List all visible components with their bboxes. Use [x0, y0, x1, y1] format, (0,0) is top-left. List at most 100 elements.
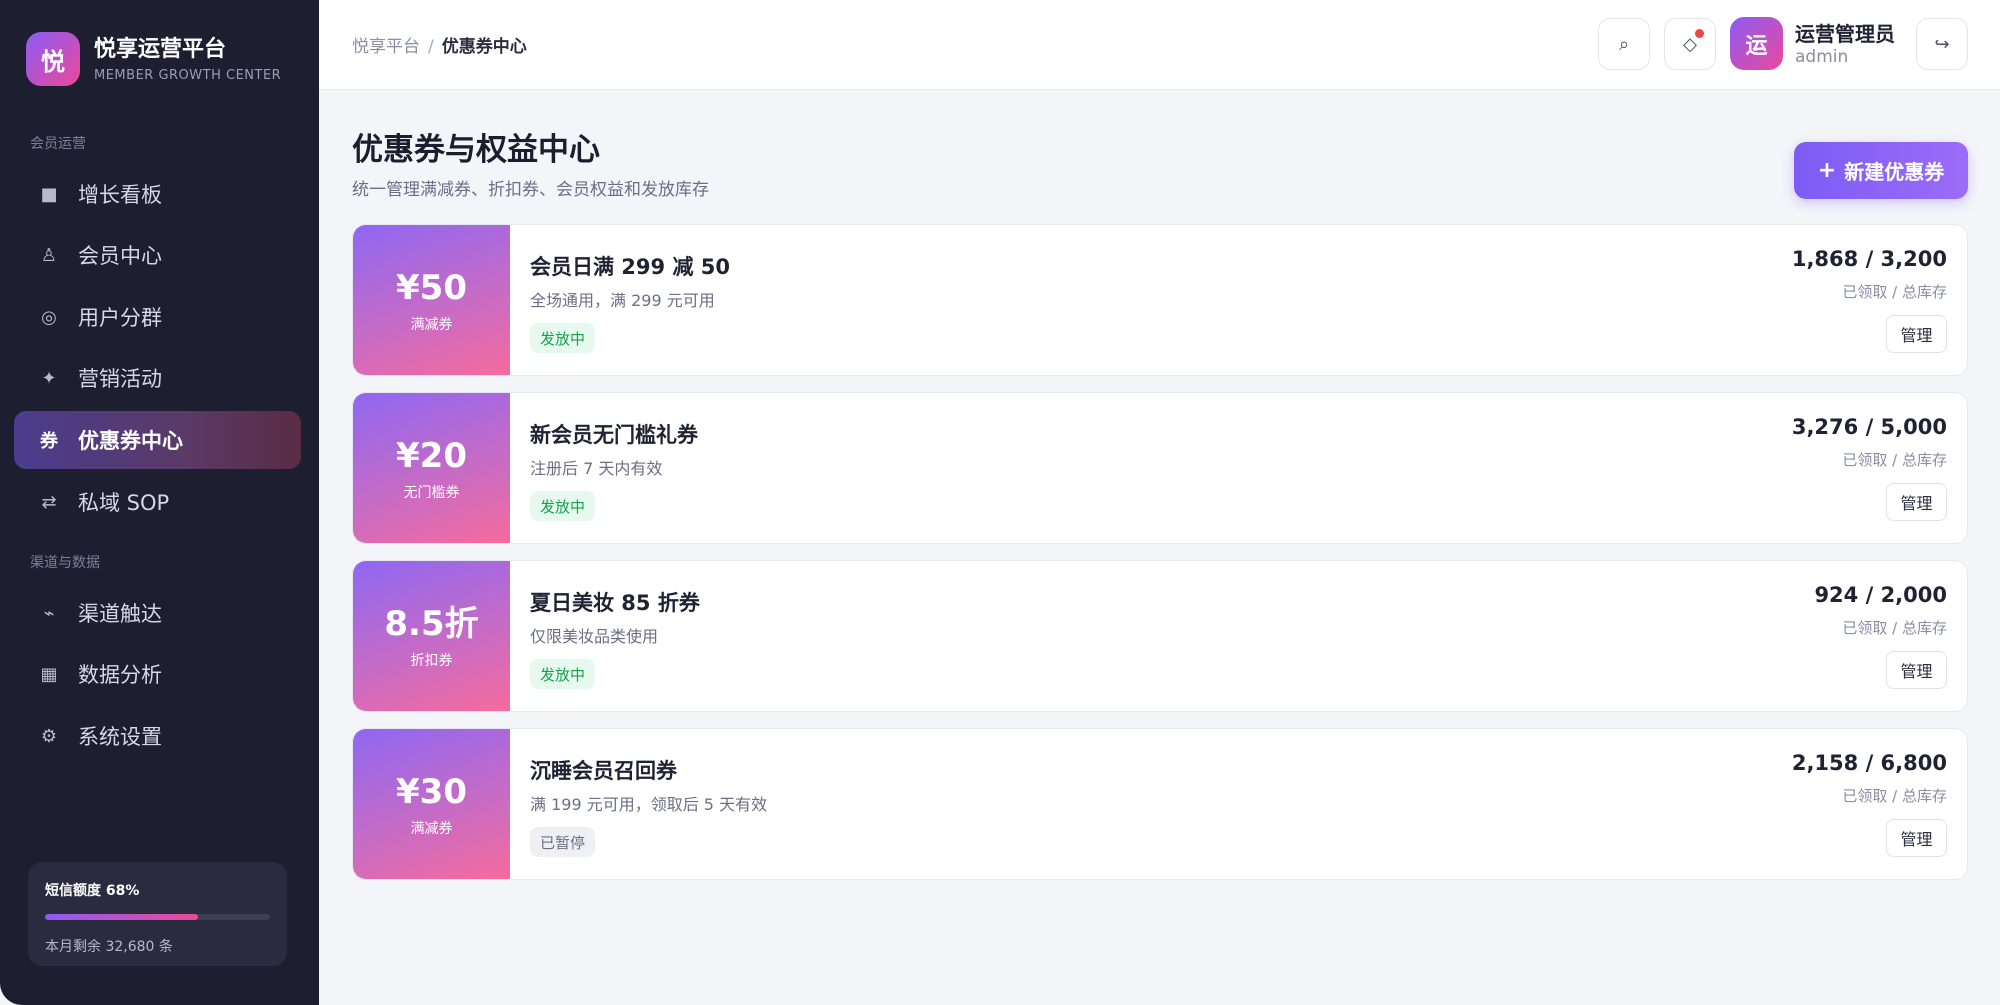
user-name: 运营管理员 [1795, 22, 1895, 46]
coupon-type: 满减券 [410, 317, 453, 333]
coupon-claim-count-label: 已领取 / 总库存 [1842, 619, 1947, 637]
coupon-card: ¥20 无门槛券 新会员无门槛礼券 注册后 7 天内有效 发放中 3,276 /… [352, 392, 1968, 544]
bell-icon: ◇ [1683, 33, 1697, 55]
coupon-value: ¥50 [396, 268, 467, 308]
sidebar-item-label: 用户分群 [78, 306, 162, 330]
brand-title: 悦享运营平台 [94, 36, 227, 62]
sidebar-item-label: 优惠券中心 [78, 429, 183, 453]
dashboard-icon: ■ [40, 183, 58, 205]
avatar[interactable]: 运 [1730, 17, 1783, 70]
status-badge: 已暂停 [530, 827, 596, 857]
manage-button[interactable]: 管理 [1886, 483, 1947, 521]
brand-logo: 悦 [26, 32, 80, 86]
chart-icon: ▦ [40, 663, 58, 685]
coupon-value: ¥30 [396, 772, 467, 812]
sidebar-item-member-center[interactable]: ♙ 会员中心 [14, 226, 301, 284]
sms-quota-progress [45, 914, 270, 920]
swap-icon: ⇄ [41, 491, 57, 513]
search-button[interactable]: ⌕ [1598, 18, 1650, 70]
coupon-name: 沉睡会员召回券 [530, 759, 677, 783]
sidebar-item-private-sop[interactable]: ⇄ 私域 SOP [14, 473, 301, 531]
breadcrumb-root[interactable]: 悦享平台 [352, 37, 420, 57]
coupon-claim-count-label: 已领取 / 总库存 [1842, 787, 1947, 805]
status-badge: 发放中 [530, 659, 596, 689]
coupon-description: 仅限美妆品类使用 [530, 627, 659, 646]
sidebar-item-label: 数据分析 [78, 663, 162, 687]
sidebar-item-label: 增长看板 [78, 183, 162, 207]
coupon-claim-count: 1,868 / 3,200 [1791, 247, 1947, 271]
coupon-claim-count: 3,276 / 5,000 [1791, 415, 1947, 439]
coupon-description: 满 199 元可用，领取后 5 天有效 [530, 795, 768, 814]
sidebar-item-campaigns[interactable]: ✦ 营销活动 [14, 349, 301, 407]
notification-dot [1695, 29, 1704, 38]
notification-button[interactable]: ◇ [1664, 18, 1716, 70]
coupon-claim-count-label: 已领取 / 总库存 [1842, 283, 1947, 301]
member-icon: ♙ [40, 244, 58, 266]
manage-button[interactable]: 管理 [1886, 651, 1947, 689]
sidebar-item-data-analysis[interactable]: ▦ 数据分析 [14, 645, 301, 703]
logout-icon: ↪ [1934, 33, 1950, 55]
signal-icon: ⌁ [43, 602, 55, 624]
coupon-badge: 8.5折 折扣券 [353, 561, 510, 711]
page-subtitle: 统一管理满减券、折扣券、会员权益和发放库存 [352, 180, 709, 200]
coupon-icon: 券 [40, 431, 58, 452]
sms-quota-progress-fill [45, 914, 198, 920]
coupon-type: 折扣券 [410, 653, 453, 669]
sidebar-item-label: 渠道触达 [78, 602, 162, 626]
section-label-channels-data: 渠道与数据 [30, 555, 100, 571]
sidebar-item-system-settings[interactable]: ⚙ 系统设置 [14, 707, 301, 765]
coupon-card: 8.5折 折扣券 夏日美妆 85 折券 仅限美妆品类使用 发放中 924 / 2… [352, 560, 1968, 712]
logout-button[interactable]: ↪ [1916, 18, 1968, 70]
sidebar-item-coupon-center[interactable]: 券 优惠券中心 [14, 411, 301, 469]
coupon-type: 满减券 [410, 821, 453, 837]
coupon-name: 会员日满 299 减 50 [530, 255, 730, 279]
coupon-description: 全场通用，满 299 元可用 [530, 291, 715, 310]
coupon-badge: ¥20 无门槛券 [353, 393, 510, 543]
sidebar-item-user-segments[interactable]: ◎ 用户分群 [14, 288, 301, 346]
coupon-badge: ¥50 满减券 [353, 225, 510, 375]
coupon-claim-count: 2,158 / 6,800 [1791, 751, 1947, 775]
coupon-claim-count-label: 已领取 / 总库存 [1842, 451, 1947, 469]
manage-button[interactable]: 管理 [1886, 315, 1947, 353]
breadcrumb-separator: / [428, 37, 434, 57]
sidebar-item-label: 私域 SOP [78, 491, 170, 515]
segment-icon: ◎ [41, 306, 57, 328]
manage-button[interactable]: 管理 [1886, 819, 1947, 857]
sms-quota-card: 短信额度 68% 本月剩余 32,680 条 [28, 862, 287, 966]
coupon-badge: ¥30 满减券 [353, 729, 510, 879]
sms-quota-title: 短信额度 68% [45, 883, 140, 899]
new-coupon-button[interactable]: + 新建优惠券 [1794, 142, 1968, 199]
brand-subtitle: MEMBER GROWTH CENTER [94, 67, 282, 83]
sidebar-item-channel-reach[interactable]: ⌁ 渠道触达 [14, 584, 301, 642]
topbar: 悦享平台 / 优惠券中心 ⌕ ◇ 运 运营管理员 admin ↪ [319, 0, 2000, 90]
sidebar-item-label: 会员中心 [78, 244, 162, 268]
coupon-name: 新会员无门槛礼券 [530, 423, 698, 447]
coupon-card: ¥30 满减券 沉睡会员召回券 满 199 元可用，领取后 5 天有效 已暂停 … [352, 728, 1968, 880]
gear-icon: ⚙ [40, 725, 58, 747]
coupon-claim-count: 924 / 2,000 [1814, 583, 1947, 607]
status-badge: 发放中 [530, 323, 596, 353]
sidebar-item-label: 系统设置 [78, 725, 162, 749]
plus-icon: + [1817, 158, 1837, 183]
page-title: 优惠券与权益中心 [352, 132, 600, 168]
sidebar-item-growth-board[interactable]: ■ 增长看板 [14, 165, 301, 223]
breadcrumb-current: 优惠券中心 [441, 37, 527, 57]
coupon-description: 注册后 7 天内有效 [530, 459, 663, 478]
section-label-member-ops: 会员运营 [30, 136, 86, 152]
breadcrumb: 悦享平台 / 优惠券中心 [352, 32, 527, 57]
sidebar: 悦 悦享运营平台 MEMBER GROWTH CENTER 会员运营 ■ 增长看… [0, 0, 319, 1005]
search-icon: ⌕ [1618, 33, 1630, 55]
user-role: admin [1795, 47, 1849, 67]
coupon-value: 8.5折 [384, 604, 479, 644]
sparkle-icon: ✦ [41, 367, 57, 389]
brand-text: 悦享运营平台 MEMBER GROWTH CENTER [94, 36, 281, 83]
main-content: 悦享平台 / 优惠券中心 ⌕ ◇ 运 运营管理员 admin ↪ 优惠券与权益中心 … [319, 0, 2000, 1005]
sms-quota-remaining: 本月剩余 32,680 条 [45, 939, 173, 955]
brand: 悦 悦享运营平台 MEMBER GROWTH CENTER [26, 32, 281, 86]
coupon-value: ¥20 [396, 436, 467, 476]
sidebar-item-label: 营销活动 [78, 367, 162, 391]
coupon-card: ¥50 满减券 会员日满 299 减 50 全场通用，满 299 元可用 发放中… [352, 224, 1968, 376]
coupon-type: 无门槛券 [403, 485, 460, 501]
app-window: 悦 悦享运营平台 MEMBER GROWTH CENTER 会员运营 ■ 增长看… [0, 0, 2000, 1005]
coupon-name: 夏日美妆 85 折券 [530, 591, 700, 615]
